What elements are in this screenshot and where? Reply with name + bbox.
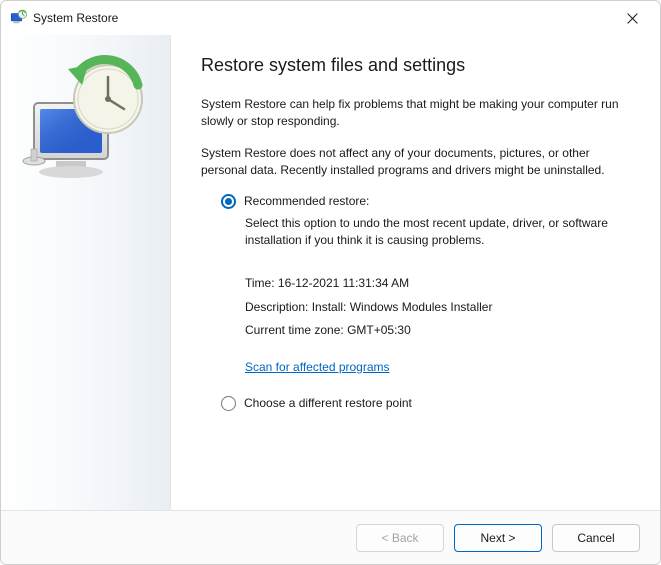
intro-paragraph-1: System Restore can help fix problems tha… — [201, 96, 621, 131]
radio-icon — [221, 194, 236, 209]
detail-description: Description: Install: Windows Modules In… — [245, 299, 625, 316]
wizard-body: Restore system files and settings System… — [1, 35, 660, 510]
restore-options: Recommended restore: Select this option … — [201, 194, 630, 411]
recommended-option-body: Select this option to undo the most rece… — [221, 215, 625, 374]
back-button: < Back — [356, 524, 444, 552]
radio-recommended-restore[interactable]: Recommended restore: — [221, 194, 630, 209]
radio-recommended-label: Recommended restore: — [244, 194, 369, 208]
radio-different-label: Choose a different restore point — [244, 396, 412, 410]
titlebar: System Restore — [1, 1, 660, 35]
recommended-description: Select this option to undo the most rece… — [245, 215, 625, 250]
detail-timezone: Current time zone: GMT+05:30 — [245, 322, 625, 339]
system-restore-icon — [9, 9, 27, 27]
scan-affected-programs-link[interactable]: Scan for affected programs — [245, 360, 390, 374]
close-icon — [627, 13, 638, 24]
close-button[interactable] — [612, 3, 652, 33]
radio-icon — [221, 396, 236, 411]
page-heading: Restore system files and settings — [201, 55, 630, 76]
system-restore-graphic-icon — [16, 55, 156, 195]
wizard-footer: < Back Next > Cancel — [1, 510, 660, 564]
wizard-sidebar — [1, 35, 171, 510]
intro-paragraph-2: System Restore does not affect any of yo… — [201, 145, 621, 180]
wizard-content: Restore system files and settings System… — [171, 35, 660, 510]
system-restore-window: System Restore — [0, 0, 661, 565]
detail-time: Time: 16-12-2021 11:31:34 AM — [245, 275, 625, 292]
restore-point-details: Time: 16-12-2021 11:31:34 AM Description… — [245, 275, 625, 373]
radio-different-restore-point[interactable]: Choose a different restore point — [221, 396, 630, 411]
window-title: System Restore — [33, 11, 118, 25]
cancel-button[interactable]: Cancel — [552, 524, 640, 552]
next-button[interactable]: Next > — [454, 524, 542, 552]
